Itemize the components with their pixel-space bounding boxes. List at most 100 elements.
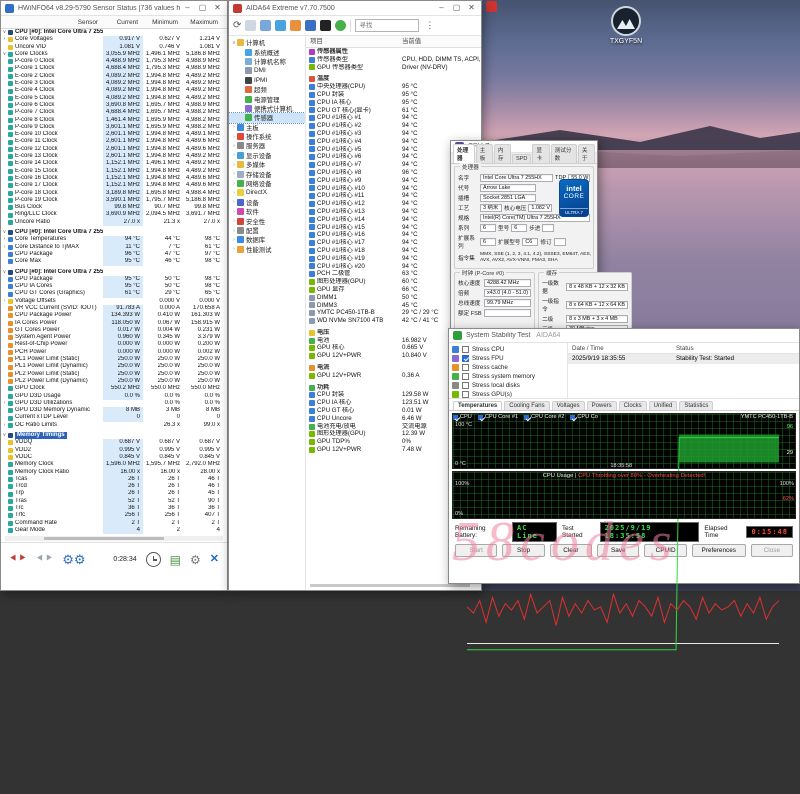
legend-checkbox[interactable] (453, 415, 458, 420)
sensor-section-header[interactable]: ∨CPU [#0]: Intel Core Ultra 7 255HX: Enh… (1, 269, 227, 276)
sensor-row[interactable]: CPU #1/核心 #294 °C (306, 122, 481, 130)
sensor-row[interactable]: P-core 18 Clock3,189.8 MHz1,695.8 MHz4,9… (1, 190, 227, 197)
sensor-row[interactable]: Uncore Ratio27.0 x21.3 x27.0 x (1, 219, 227, 226)
tab-voltages[interactable]: Voltages (552, 401, 585, 410)
sensor-row[interactable]: E-core 10 Clock2,601.1 MHz1,994.8 MHz4,4… (1, 131, 227, 138)
sensor-row[interactable]: ›Voltage Offsets0.000 V0.000 V (1, 298, 227, 305)
checkbox[interactable] (462, 346, 469, 353)
video-icon[interactable] (275, 20, 286, 31)
tab-SPD[interactable]: SPD (512, 154, 532, 163)
sensor-row[interactable]: Ring/LLC Clock3,690.9 MHz2,094.5 MHz3,69… (1, 211, 227, 218)
close-icon[interactable]: ✕ (464, 1, 479, 15)
sensor-row[interactable]: IA Cores Power118.050 W0.067 W158.915 W (1, 320, 227, 327)
sensor-row[interactable]: E-core 5 Clock4,089.2 MHz1,994.8 MHz4,48… (1, 95, 227, 102)
sensor-row[interactable]: ›Core Distance to TjMAX11 °C7 °C61 °C (1, 244, 227, 251)
sensor-row[interactable]: ∨Core Clocks3,055.9 MHz1,496.1 MHz5,186.… (1, 51, 227, 58)
sensor-row[interactable]: GPU 传感器类型Driver (NV-DRV) (306, 64, 481, 72)
stress-option[interactable]: Stress GPU(s) (452, 390, 567, 399)
aida64-nav-tree[interactable]: ∨计算机系统概述计算机名称DMIIPMI超频电源管理便携式计算机传感器›主板›操… (229, 36, 306, 590)
minimize-icon[interactable]: – (180, 1, 195, 15)
sensor-row[interactable]: Rest-of-Chip Power0.000 W0.000 W0.200 W (1, 341, 227, 348)
sensor-row[interactable]: CPU Package95 °C50 °C98 °C (1, 276, 227, 283)
maximize-icon[interactable]: ▢ (195, 1, 210, 15)
sensor-row[interactable]: 中央处理器(CPU)95 °C (306, 83, 481, 91)
legend-checkbox[interactable] (478, 415, 483, 420)
tab-clocks[interactable]: Clocks (619, 401, 647, 410)
sensor-row[interactable]: Core Max95 °C46 °C98 °C (1, 258, 227, 265)
user-icon[interactable] (305, 20, 316, 31)
sensor-row[interactable]: GT Cores Power0.017 W0.004 W0.231 W (1, 327, 227, 334)
tab-显卡[interactable]: 显卡 (532, 144, 549, 163)
sidebar-item-电源管理[interactable]: 电源管理 (229, 94, 305, 103)
sensor-row[interactable]: CPU IA 核心95 °C (306, 99, 481, 107)
sensor-row[interactable]: P-core 7 Clock4,688.4 MHz1,695.7 MHz4,98… (1, 109, 227, 116)
sensor-row[interactable]: P-core 6 Clock3,690.8 MHz1,695.7 MHz4,98… (1, 102, 227, 109)
sidebar-item-多媒体[interactable]: ›多媒体 (229, 160, 305, 169)
tab-statistics[interactable]: Statistics (679, 401, 713, 410)
desktop-icon-red[interactable] (486, 1, 497, 12)
sidebar-item-数据库[interactable]: ›数据库 (229, 235, 305, 244)
desktop-shortcut[interactable]: TXGYF5N (596, 6, 656, 45)
checkbox[interactable] (462, 382, 469, 389)
gears-icon[interactable]: ⚙⚙ (62, 553, 85, 566)
checkbox[interactable] (462, 364, 469, 371)
sidebar-item-计算机名称[interactable]: 计算机名称 (229, 57, 305, 66)
sensor-row[interactable]: GPU Clock550.2 MHz550.0 MHz550.0 MHz (1, 385, 227, 392)
sensor-row[interactable]: CPU IA Cores95 °C50 °C98 °C (1, 283, 227, 290)
sensor-row[interactable]: Uncore VID1.081 V0.746 V1.081 V (1, 44, 227, 51)
stress-option[interactable]: Stress FPU (452, 354, 567, 363)
sensor-row[interactable]: E-core 4 Clock4,089.2 MHz1,994.8 MHz4,48… (1, 87, 227, 94)
sensor-row[interactable]: GPU D3D Memory Dynamic8 MB3 MB8 MB (1, 407, 227, 414)
sensor-row[interactable]: 传感器类型CPU, HDD, DIMM TS, ACPI, PCH ... (306, 56, 481, 64)
hwinfo-titlebar[interactable]: HWiNFO64 v8.29-5790 Sensor Status [736 v… (1, 1, 227, 16)
sensor-row[interactable]: Command Rate2 T2 T2 T (1, 520, 227, 527)
sensor-row[interactable]: ›Core Voltages0.917 V0.627 V1.214 V (1, 36, 227, 43)
sensor-row[interactable]: E-core 16 Clock1,152.1 MHz1,994.8 MHz4,4… (1, 175, 227, 182)
sensor-row[interactable]: CPU 封装95 °C (306, 91, 481, 99)
report-icon[interactable] (245, 20, 256, 31)
legend-item[interactable]: CPU Core #1 (478, 414, 518, 420)
clock-icon[interactable] (335, 20, 346, 31)
tab-powers[interactable]: Powers (587, 401, 617, 410)
sidebar-item-服务器[interactable]: ›服务器 (229, 141, 305, 150)
sensor-row[interactable]: E-core 3 Clock4,089.2 MHz1,994.8 MHz4,48… (1, 80, 227, 87)
sidebar-item-超频[interactable]: 超频 (229, 85, 305, 94)
sensor-row[interactable]: Gear Mode424 (1, 527, 227, 534)
sidebar-item-主板[interactable]: ›主板 (229, 123, 305, 132)
sensor-row[interactable]: Memory Clock1,596.0 MHz1,595.7 MHz2,792.… (1, 461, 227, 468)
aida64-titlebar[interactable]: AIDA64 Extreme v7.70.7500 – ▢ ✕ (229, 1, 481, 16)
tab-测试分数[interactable]: 测试分数 (551, 144, 577, 163)
hwinfo-sensor-table[interactable]: ∨CPU [#0]: Intel Core Ultra 7 255HX›Core… (1, 29, 227, 535)
pane-group-header[interactable]: 传感器属性 (306, 48, 481, 56)
sensor-row[interactable]: Trfc256 T256 T407 T (1, 512, 227, 519)
minimize-icon[interactable]: – (434, 1, 449, 15)
refresh-icon[interactable]: ⟳ (233, 20, 241, 31)
sensor-row[interactable]: CPU Package Power134.393 W0.410 W161.303… (1, 312, 227, 319)
sensor-row[interactable]: CPU #1/核心 #394 °C (306, 130, 481, 138)
sidebar-item-安全性[interactable]: ›安全性 (229, 216, 305, 225)
nav-back-gray-icon[interactable]: ⯇⯈ (36, 554, 54, 565)
sidebar-item-DirectX[interactable]: ›DirectX (229, 188, 305, 197)
sensor-row[interactable]: E-core 14 Clock1,152.1 MHz1,496.1 MHz4,4… (1, 160, 227, 167)
nav-back-red-icon[interactable]: ⯇⯈ (9, 554, 27, 565)
search-input[interactable] (355, 19, 419, 32)
sensor-row[interactable]: System Agent Power0.960 W0.345 W3.379 W (1, 334, 227, 341)
sensor-row[interactable]: CPU #1/核心 #194 °C (306, 114, 481, 122)
sensor-row[interactable]: E-core 12 Clock2,601.1 MHz1,994.8 MHz4,4… (1, 146, 227, 153)
legend-checkbox[interactable] (524, 415, 529, 420)
sensor-row[interactable]: CPU Package96 °C47 °C97 °C (1, 251, 227, 258)
stress-option[interactable]: Stress CPU (452, 345, 567, 354)
sensor-row[interactable]: P-core 19 Clock3,590.1 MHz1,795.7 MHz5,1… (1, 197, 227, 204)
hwinfo-horizontal-scrollbar[interactable] (5, 536, 223, 541)
pane-group-header[interactable]: 温度 (306, 75, 481, 83)
sensor-row[interactable]: P-core 1 Clock4,688.4 MHz1,795.3 MHz4,98… (1, 65, 227, 72)
sensor-row[interactable]: VR VCC Current (SVID: IOUT)91.783 A0.000… (1, 305, 227, 312)
sensor-row[interactable]: P-core 8 Clock1,461.4 MHz1,695.9 MHz4,98… (1, 117, 227, 124)
checkbox[interactable] (462, 391, 469, 398)
sensor-row[interactable]: ›GPU D3D Utilizations0.0 %0.0 % (1, 400, 227, 407)
sensor-row[interactable]: Current xTDP Level000 (1, 414, 227, 421)
sidebar-item-设备[interactable]: ›设备 (229, 198, 305, 207)
overflow-menu-icon[interactable]: ⋮ (425, 20, 434, 31)
settings-icon[interactable]: ⚙ (190, 554, 201, 566)
sensor-row[interactable]: VDDC0.845 V0.845 V0.845 V (1, 454, 227, 461)
